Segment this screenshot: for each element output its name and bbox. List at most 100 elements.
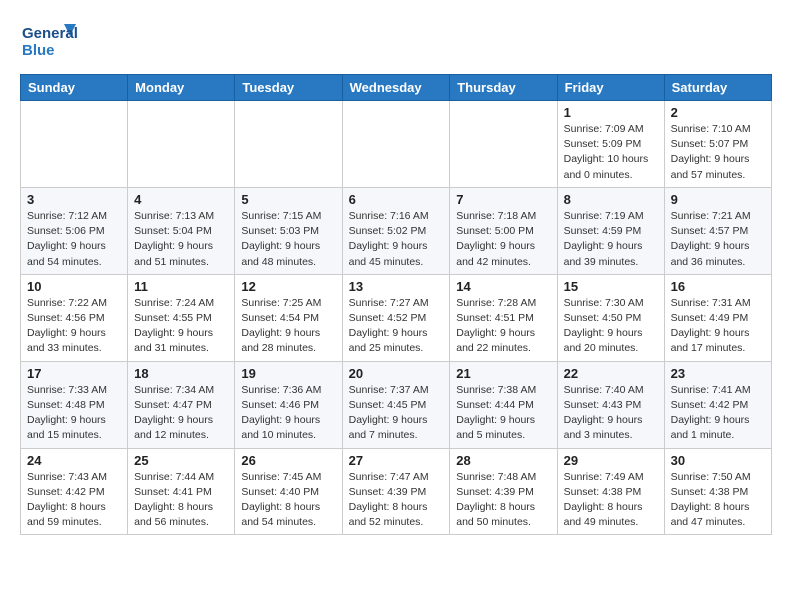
calendar-header-monday: Monday xyxy=(128,75,235,101)
calendar-cell xyxy=(235,101,342,188)
day-info: Sunrise: 7:30 AM Sunset: 4:50 PM Dayligh… xyxy=(564,296,658,357)
day-number: 7 xyxy=(456,192,550,207)
day-info: Sunrise: 7:28 AM Sunset: 4:51 PM Dayligh… xyxy=(456,296,550,357)
day-info: Sunrise: 7:18 AM Sunset: 5:00 PM Dayligh… xyxy=(456,209,550,270)
day-info: Sunrise: 7:12 AM Sunset: 5:06 PM Dayligh… xyxy=(27,209,121,270)
svg-text:Blue: Blue xyxy=(22,42,55,59)
calendar-cell: 17Sunrise: 7:33 AM Sunset: 4:48 PM Dayli… xyxy=(21,361,128,448)
day-info: Sunrise: 7:31 AM Sunset: 4:49 PM Dayligh… xyxy=(671,296,765,357)
day-number: 5 xyxy=(241,192,335,207)
day-number: 4 xyxy=(134,192,228,207)
calendar-cell: 9 Sunrise: 7:21 AM Sunset: 4:57 PM Daylig… xyxy=(664,187,771,274)
day-number: 8 xyxy=(564,192,658,207)
day-info: Sunrise: 7:25 AM Sunset: 4:54 PM Dayligh… xyxy=(241,296,335,357)
calendar: SundayMondayTuesdayWednesdayThursdayFrid… xyxy=(20,74,772,535)
calendar-cell: 15 Sunrise: 7:30 AM Sunset: 4:50 PM Dayli… xyxy=(557,274,664,361)
day-number: 28 xyxy=(456,453,550,468)
calendar-cell: 11Sunrise: 7:24 AM Sunset: 4:55 PM Dayli… xyxy=(128,274,235,361)
day-number: 18 xyxy=(134,366,228,381)
day-number: 24 xyxy=(27,453,121,468)
calendar-cell: 26 Sunrise: 7:45 AM Sunset: 4:40 PM Dayli… xyxy=(235,448,342,535)
calendar-week-row: 10 Sunrise: 7:22 AM Sunset: 4:56 PM Dayli… xyxy=(21,274,772,361)
day-info: Sunrise: 7:27 AM Sunset: 4:52 PM Dayligh… xyxy=(349,296,444,357)
calendar-cell: 19Sunrise: 7:36 AM Sunset: 4:46 PM Dayli… xyxy=(235,361,342,448)
day-number: 15 xyxy=(564,279,658,294)
day-number: 10 xyxy=(27,279,121,294)
calendar-cell: 23 Sunrise: 7:41 AM Sunset: 4:42 PM Dayli… xyxy=(664,361,771,448)
day-number: 2 xyxy=(671,105,765,120)
calendar-cell: 24 Sunrise: 7:43 AM Sunset: 4:42 PM Dayli… xyxy=(21,448,128,535)
day-number: 9 xyxy=(671,192,765,207)
day-info: Sunrise: 7:50 AM Sunset: 4:38 PM Dayligh… xyxy=(671,470,765,531)
calendar-header-tuesday: Tuesday xyxy=(235,75,342,101)
calendar-cell: 27 Sunrise: 7:47 AM Sunset: 4:39 PM Dayli… xyxy=(342,448,450,535)
logo-svg: GeneralBlue xyxy=(20,20,80,64)
day-info: Sunrise: 7:22 AM Sunset: 4:56 PM Dayligh… xyxy=(27,296,121,357)
calendar-cell: 13 Sunrise: 7:27 AM Sunset: 4:52 PM Dayli… xyxy=(342,274,450,361)
calendar-cell: 5 Sunrise: 7:15 AM Sunset: 5:03 PM Daylig… xyxy=(235,187,342,274)
day-info: Sunrise: 7:43 AM Sunset: 4:42 PM Dayligh… xyxy=(27,470,121,531)
day-number: 3 xyxy=(27,192,121,207)
header: GeneralBlue xyxy=(20,15,772,64)
day-number: 25 xyxy=(134,453,228,468)
day-number: 26 xyxy=(241,453,335,468)
day-info: Sunrise: 7:36 AM Sunset: 4:46 PM Dayligh… xyxy=(241,383,335,444)
day-number: 29 xyxy=(564,453,658,468)
day-number: 27 xyxy=(349,453,444,468)
calendar-header-wednesday: Wednesday xyxy=(342,75,450,101)
calendar-cell: 14Sunrise: 7:28 AM Sunset: 4:51 PM Dayli… xyxy=(450,274,557,361)
calendar-cell: 20 Sunrise: 7:37 AM Sunset: 4:45 PM Dayli… xyxy=(342,361,450,448)
calendar-cell: 6Sunrise: 7:16 AM Sunset: 5:02 PM Daylig… xyxy=(342,187,450,274)
calendar-cell: 29 Sunrise: 7:49 AM Sunset: 4:38 PM Dayli… xyxy=(557,448,664,535)
day-number: 30 xyxy=(671,453,765,468)
page: GeneralBlue SundayMondayTuesdayWednesday… xyxy=(0,0,792,550)
calendar-cell: 16 Sunrise: 7:31 AM Sunset: 4:49 PM Dayli… xyxy=(664,274,771,361)
day-info: Sunrise: 7:45 AM Sunset: 4:40 PM Dayligh… xyxy=(241,470,335,531)
calendar-header-saturday: Saturday xyxy=(664,75,771,101)
calendar-week-row: 24 Sunrise: 7:43 AM Sunset: 4:42 PM Dayli… xyxy=(21,448,772,535)
day-info: Sunrise: 7:48 AM Sunset: 4:39 PM Dayligh… xyxy=(456,470,550,531)
calendar-header-friday: Friday xyxy=(557,75,664,101)
calendar-cell: 30 Sunrise: 7:50 AM Sunset: 4:38 PM Dayli… xyxy=(664,448,771,535)
day-info: Sunrise: 7:10 AM Sunset: 5:07 PM Dayligh… xyxy=(671,122,765,183)
calendar-cell: 10 Sunrise: 7:22 AM Sunset: 4:56 PM Dayli… xyxy=(21,274,128,361)
day-info: Sunrise: 7:24 AM Sunset: 4:55 PM Dayligh… xyxy=(134,296,228,357)
day-info: Sunrise: 7:41 AM Sunset: 4:42 PM Dayligh… xyxy=(671,383,765,444)
day-number: 6 xyxy=(349,192,444,207)
day-info: Sunrise: 7:47 AM Sunset: 4:39 PM Dayligh… xyxy=(349,470,444,531)
logo: GeneralBlue xyxy=(20,20,80,64)
calendar-cell: 28 Sunrise: 7:48 AM Sunset: 4:39 PM Dayli… xyxy=(450,448,557,535)
calendar-cell: 3 Sunrise: 7:12 AM Sunset: 5:06 PM Daylig… xyxy=(21,187,128,274)
calendar-cell: 7 Sunrise: 7:18 AM Sunset: 5:00 PM Daylig… xyxy=(450,187,557,274)
calendar-header-thursday: Thursday xyxy=(450,75,557,101)
day-info: Sunrise: 7:15 AM Sunset: 5:03 PM Dayligh… xyxy=(241,209,335,270)
day-info: Sunrise: 7:19 AM Sunset: 4:59 PM Dayligh… xyxy=(564,209,658,270)
day-number: 12 xyxy=(241,279,335,294)
calendar-week-row: 3 Sunrise: 7:12 AM Sunset: 5:06 PM Daylig… xyxy=(21,187,772,274)
svg-text:General: General xyxy=(22,25,78,42)
day-number: 21 xyxy=(456,366,550,381)
day-number: 16 xyxy=(671,279,765,294)
calendar-week-row: 17Sunrise: 7:33 AM Sunset: 4:48 PM Dayli… xyxy=(21,361,772,448)
day-info: Sunrise: 7:33 AM Sunset: 4:48 PM Dayligh… xyxy=(27,383,121,444)
calendar-cell xyxy=(342,101,450,188)
day-info: Sunrise: 7:40 AM Sunset: 4:43 PM Dayligh… xyxy=(564,383,658,444)
day-info: Sunrise: 7:34 AM Sunset: 4:47 PM Dayligh… xyxy=(134,383,228,444)
calendar-cell: 8 Sunrise: 7:19 AM Sunset: 4:59 PM Daylig… xyxy=(557,187,664,274)
day-info: Sunrise: 7:09 AM Sunset: 5:09 PM Dayligh… xyxy=(564,122,658,183)
calendar-header-sunday: Sunday xyxy=(21,75,128,101)
day-number: 13 xyxy=(349,279,444,294)
day-number: 20 xyxy=(349,366,444,381)
calendar-cell: 4Sunrise: 7:13 AM Sunset: 5:04 PM Daylig… xyxy=(128,187,235,274)
day-info: Sunrise: 7:38 AM Sunset: 4:44 PM Dayligh… xyxy=(456,383,550,444)
calendar-cell: 22Sunrise: 7:40 AM Sunset: 4:43 PM Dayli… xyxy=(557,361,664,448)
day-info: Sunrise: 7:21 AM Sunset: 4:57 PM Dayligh… xyxy=(671,209,765,270)
day-info: Sunrise: 7:49 AM Sunset: 4:38 PM Dayligh… xyxy=(564,470,658,531)
day-info: Sunrise: 7:44 AM Sunset: 4:41 PM Dayligh… xyxy=(134,470,228,531)
calendar-cell: 18 Sunrise: 7:34 AM Sunset: 4:47 PM Dayli… xyxy=(128,361,235,448)
day-info: Sunrise: 7:37 AM Sunset: 4:45 PM Dayligh… xyxy=(349,383,444,444)
calendar-cell xyxy=(21,101,128,188)
calendar-cell xyxy=(450,101,557,188)
calendar-cell: 12 Sunrise: 7:25 AM Sunset: 4:54 PM Dayli… xyxy=(235,274,342,361)
day-number: 23 xyxy=(671,366,765,381)
